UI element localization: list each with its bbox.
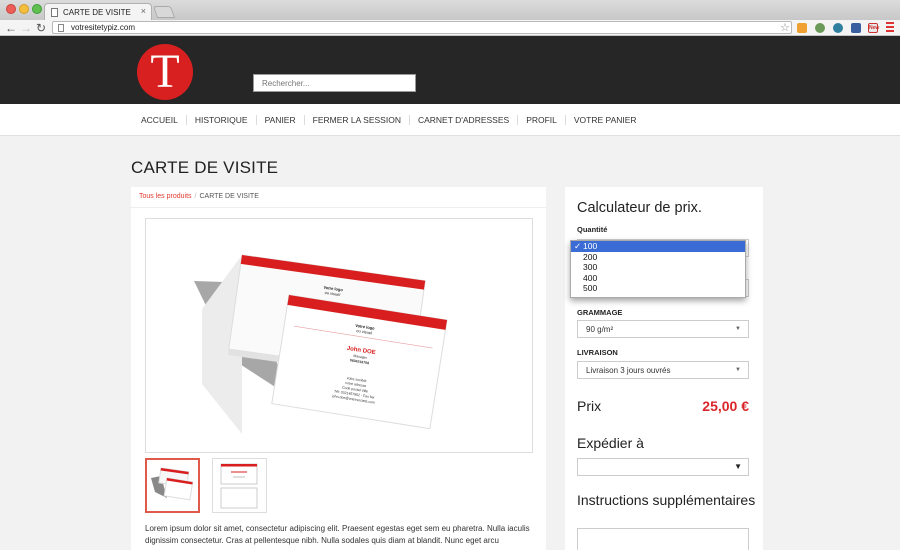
livraison-label: LIVRAISON	[577, 348, 618, 357]
quantity-option-100[interactable]: ✓ 100	[571, 241, 745, 252]
breadcrumb-link[interactable]: Tous les produits	[139, 193, 192, 200]
menu-icon[interactable]	[886, 22, 894, 32]
nav-item-votre-panier[interactable]: VOTRE PANIER	[566, 115, 645, 125]
nav-item-panier[interactable]: PANIER	[257, 115, 305, 125]
quantity-option-500[interactable]: 500	[571, 283, 745, 294]
divider	[131, 207, 546, 208]
price-value: 25,00 €	[702, 398, 749, 414]
main-nav: ACCUEIL HISTORIQUE PANIER FERMER LA SESS…	[0, 104, 900, 136]
extension-icon[interactable]	[797, 23, 807, 33]
maximize-window-button[interactable]	[32, 4, 42, 14]
thumbnail-1[interactable]	[145, 458, 200, 513]
forward-icon[interactable]: →	[20, 21, 32, 35]
nav-item-historique[interactable]: HISTORIQUE	[187, 115, 257, 125]
quantity-option-400[interactable]: 400	[571, 273, 745, 284]
page-title: CARTE DE VISITE	[131, 158, 279, 177]
address-bar[interactable]: votresitetypiz.com	[52, 21, 792, 34]
quantity-dropdown[interactable]: ✓ 100 200 300 400 500	[570, 240, 746, 298]
site-header: T	[0, 36, 900, 104]
grammage-select[interactable]: 90 g/m² ▼	[577, 320, 749, 338]
quantity-label: Quantité	[577, 225, 608, 234]
back-icon[interactable]: ←	[5, 21, 17, 35]
ship-to-select[interactable]: ▼	[577, 458, 749, 476]
new-badge-icon[interactable]: New	[868, 23, 879, 33]
grammage-label: GRAMMAGE	[577, 308, 623, 317]
breadcrumb-current: CARTE DE VISITE	[199, 193, 259, 200]
search-input[interactable]	[253, 74, 416, 92]
ship-to-label: Expédier à	[577, 435, 644, 451]
page-icon	[58, 24, 64, 32]
instructions-label: Instructions supplémentaires	[577, 492, 756, 508]
product-panel: Tous les produits / CARTE DE VISITE Votre …	[131, 187, 546, 550]
product-image[interactable]: Votre logo ou visuel John DOE Manager 06…	[145, 218, 533, 453]
new-tab-button[interactable]	[152, 6, 176, 18]
thumbnail-card-icon	[151, 467, 194, 501]
reload-icon[interactable]: ↻	[36, 21, 46, 35]
url-text: votresitetypiz.com	[71, 23, 136, 32]
browser-tab-bar: CARTE DE VISITE ×	[0, 0, 900, 20]
livraison-select[interactable]: Livraison 3 jours ouvrés ▼	[577, 361, 749, 379]
nav-item-profil[interactable]: PROFIL	[518, 115, 566, 125]
close-window-button[interactable]	[6, 4, 16, 14]
browser-tab[interactable]: CARTE DE VISITE ×	[44, 3, 152, 20]
thumbnail-flat-card-icon	[220, 463, 258, 509]
bookmark-star-icon[interactable]: ☆	[780, 21, 790, 34]
tab-title: CARTE DE VISITE	[63, 8, 131, 17]
thumbnail-2[interactable]	[212, 458, 267, 513]
livraison-value: Livraison 3 jours ouvrés	[586, 366, 671, 375]
product-description: Lorem ipsum dolor sit amet, consectetur …	[145, 524, 530, 545]
nav-item-fermer-session[interactable]: FERMER LA SESSION	[305, 115, 410, 125]
nav-item-accueil[interactable]: ACCUEIL	[133, 115, 187, 125]
quantity-option-300[interactable]: 300	[571, 262, 745, 273]
globe-icon[interactable]	[833, 23, 843, 33]
close-icon[interactable]: ×	[141, 6, 146, 16]
price-label: Prix	[577, 398, 602, 414]
page-icon	[51, 8, 58, 17]
extension-icon[interactable]	[851, 23, 861, 33]
browser-toolbar: ← → ↻ votresitetypiz.com ☆ New	[0, 20, 900, 36]
business-card-illustration: Votre logo ou visuel John DOE Manager 06…	[194, 254, 448, 434]
quantity-option-200[interactable]: 200	[571, 252, 745, 263]
chevron-down-icon: ▼	[735, 326, 741, 332]
calculator-title: Calculateur de prix.	[577, 200, 702, 216]
chevron-down-icon: ▼	[734, 462, 742, 471]
site-logo[interactable]: T	[137, 44, 193, 100]
nav-item-carnet-adresses[interactable]: CARNET D'ADRESSES	[410, 115, 519, 125]
breadcrumb: Tous les produits / CARTE DE VISITE	[139, 193, 259, 200]
recycle-icon[interactable]	[815, 23, 825, 33]
minimize-window-button[interactable]	[19, 4, 29, 14]
chevron-down-icon: ▼	[735, 367, 741, 373]
check-icon: ✓	[574, 241, 582, 251]
instructions-textarea[interactable]	[577, 528, 749, 550]
grammage-value: 90 g/m²	[586, 325, 614, 334]
